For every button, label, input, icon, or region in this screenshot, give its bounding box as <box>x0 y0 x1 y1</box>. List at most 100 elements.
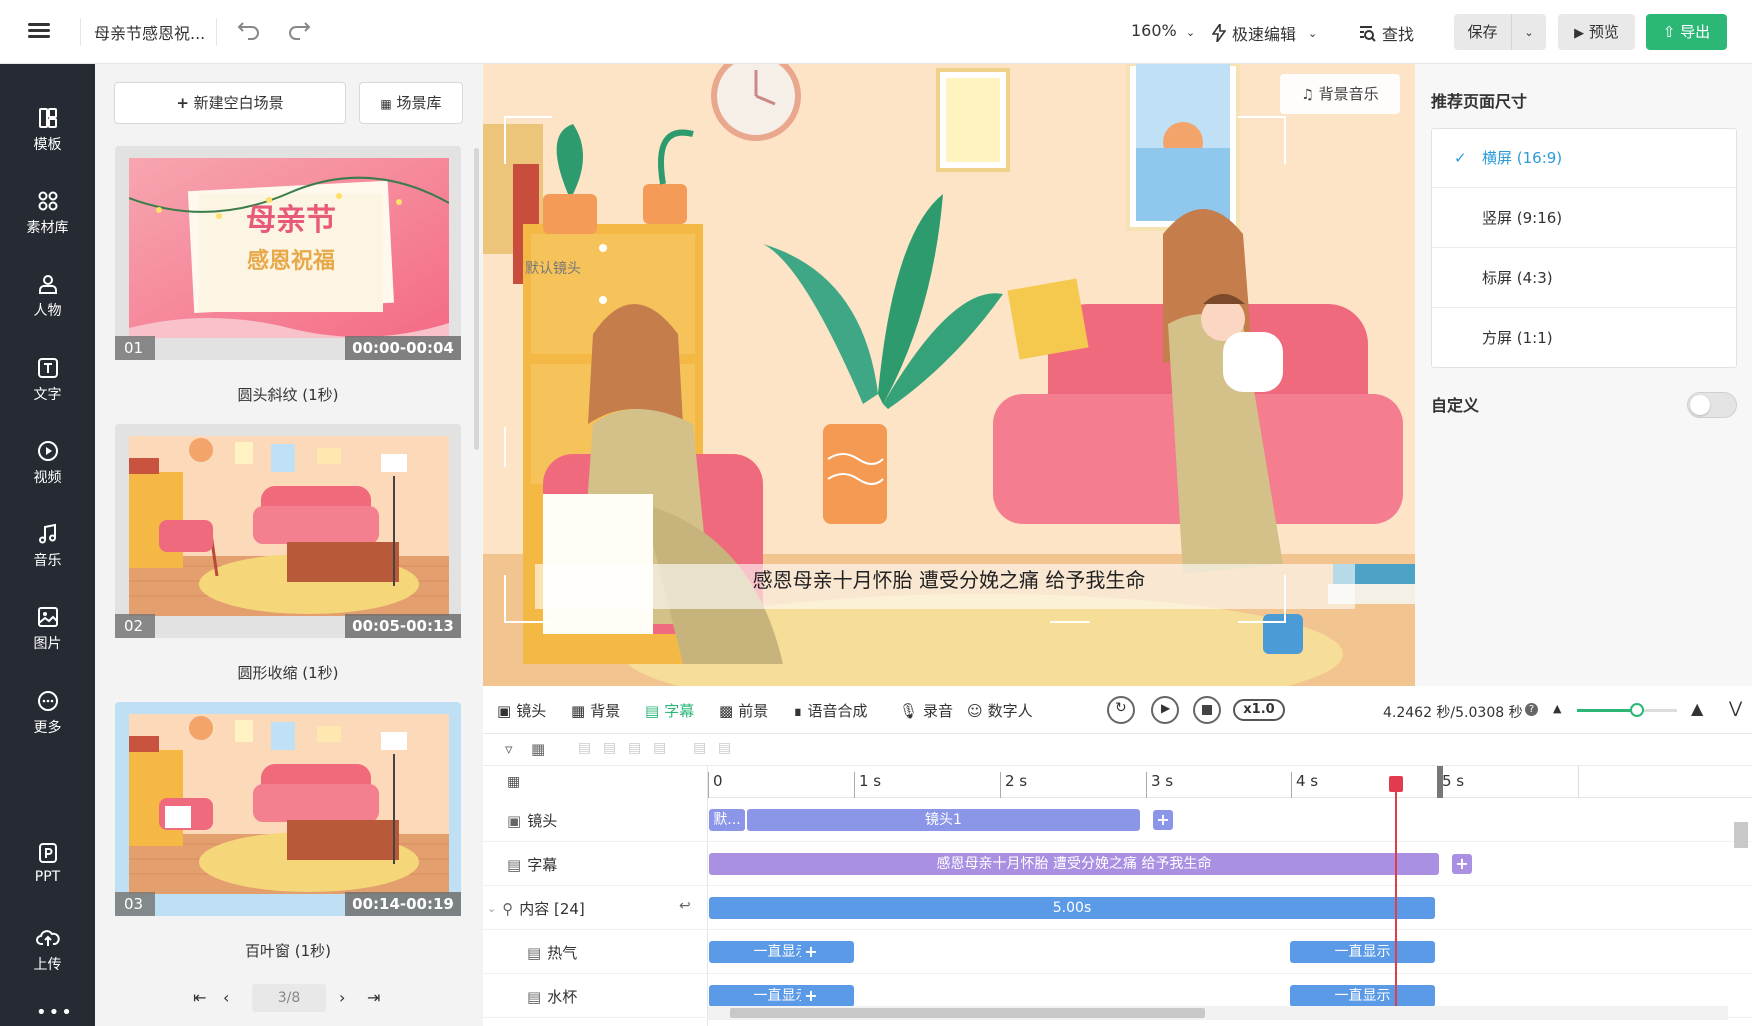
tab-label: 数字人 <box>987 702 1033 720</box>
size-option-9-16[interactable]: 竖屏 (9:16) <box>1432 189 1736 248</box>
size-option-1-1[interactable]: 方屏 (1:1) <box>1432 309 1736 368</box>
group-icon[interactable]: ▦ <box>531 740 545 758</box>
tracks-grid-icon[interactable]: ▦ <box>507 774 520 790</box>
custom-size-toggle[interactable] <box>1687 392 1737 418</box>
timeline-zoom-slider[interactable] <box>1577 703 1677 717</box>
slider-knob[interactable] <box>1630 703 1644 717</box>
timeline-vertical-scrollbar[interactable] <box>1734 810 1748 1000</box>
scene-panel-scrollbar[interactable] <box>474 148 479 450</box>
same-start-icon: ▤ <box>718 740 732 756</box>
tab-digital-human[interactable]: ☺ 数字人 <box>967 700 1033 721</box>
scene-card[interactable]: 02 00:05-00:13 <box>115 424 461 638</box>
save-options-button[interactable]: ⌄ <box>1512 14 1546 50</box>
scene-card-active[interactable]: 03 00:14-00:19 <box>115 702 461 916</box>
size-option-16-9[interactable]: ✓ 横屏 (16:9) <box>1432 129 1736 188</box>
menu-icon[interactable] <box>28 20 50 42</box>
nav-item-person[interactable]: 人物 <box>0 264 95 334</box>
scrollbar-thumb[interactable] <box>1734 822 1748 848</box>
playhead-handle[interactable] <box>1389 776 1403 792</box>
stop-button[interactable] <box>1193 696 1221 724</box>
background-music-button[interactable]: ♫ 背景音乐 <box>1280 74 1400 114</box>
camera-clip[interactable]: 镜头1 <box>747 809 1140 831</box>
zoom-dropdown[interactable]: 160% ⌄ <box>1131 21 1195 40</box>
align-right-icon: ▤ <box>628 740 642 756</box>
align-left-icon: ▤ <box>578 740 592 756</box>
scrollbar-thumb[interactable] <box>730 1008 1205 1018</box>
steam-clip[interactable]: 一直显示 <box>1290 941 1435 963</box>
cup-clip[interactable]: 一直显示 <box>709 985 854 1007</box>
find-label: 查找 <box>1382 25 1415 44</box>
size-option-label: 竖屏 (9:16) <box>1482 209 1563 227</box>
tab-record[interactable]: 🎙 录音 <box>899 700 953 721</box>
first-page-icon[interactable]: ⇤ <box>193 988 206 1007</box>
nav-item-template[interactable]: 模板 <box>0 98 95 168</box>
zoom-in-icon[interactable]: ▲ <box>1691 699 1703 718</box>
scene-number: 02 <box>115 614 155 638</box>
tab-camera[interactable]: ▣ 镜头 <box>497 700 546 721</box>
person-icon <box>38 275 57 294</box>
chevron-down-icon: ⌄ <box>1524 25 1534 39</box>
add-cup-button[interactable]: + <box>801 986 821 1006</box>
collapse-icon[interactable]: ⋁ <box>1729 698 1742 717</box>
playback-speed[interactable]: x1.0 <box>1233 699 1285 721</box>
chevron-down-icon[interactable]: ⌄ <box>487 902 496 915</box>
playhead[interactable] <box>1395 776 1397 1008</box>
new-blank-scene-button[interactable]: + 新建空白场景 <box>114 82 346 124</box>
replay-button[interactable]: ↻ <box>1107 696 1135 724</box>
speed-edit-dropdown[interactable]: 极速编辑 ⌄ <box>1212 21 1317 45</box>
nav-item-image[interactable]: 图片 <box>0 597 95 667</box>
save-button[interactable]: 保存 <box>1454 14 1512 50</box>
canvas-subtitle[interactable]: 感恩母亲十月怀胎 遭受分娩之痛 给予我生命 <box>483 564 1415 593</box>
timeline-horizontal-scrollbar[interactable] <box>708 1006 1728 1020</box>
steam-clip[interactable]: 一直显示 <box>709 941 854 963</box>
nav-item-more[interactable]: 更多 <box>0 681 95 751</box>
track-name-label: 镜头 <box>527 812 558 830</box>
tab-background[interactable]: ▦ 背景 <box>571 700 620 721</box>
nav-more-dots[interactable]: ••• <box>36 1002 74 1023</box>
nav-item-assets[interactable]: 素材库 <box>0 181 95 251</box>
time-ruler[interactable]: 0 1 s 2 s 3 s 4 s 5 s <box>708 766 1752 798</box>
nav-label: 人物 <box>33 303 62 319</box>
exit-group-icon[interactable]: ↩ <box>679 898 691 914</box>
nav-item-music[interactable]: 音乐 <box>0 514 95 584</box>
tab-subtitle[interactable]: ▤ 字幕 <box>645 700 694 721</box>
filter-icon[interactable]: ▿ <box>505 740 513 758</box>
last-page-icon[interactable]: ⇥ <box>367 988 380 1007</box>
play-button[interactable]: ▶ <box>1151 696 1179 724</box>
zoom-out-icon[interactable]: ▲ <box>1553 702 1561 715</box>
find-button[interactable]: 查找 <box>1358 21 1414 45</box>
subtitle-clip[interactable]: 感恩母亲十月怀胎 遭受分娩之痛 给予我生命 <box>709 853 1439 875</box>
add-subtitle-button[interactable]: + <box>1452 854 1472 874</box>
nav-item-upload[interactable]: 上传 <box>0 918 95 988</box>
track-subtitle: ▤ 字幕 感恩母亲十月怀胎 遭受分娩之痛 给予我生命 + <box>483 842 1752 886</box>
add-steam-button[interactable]: + <box>801 942 821 962</box>
tab-label: 语音合成 <box>807 702 868 720</box>
size-option-4-3[interactable]: 标屏 (4:3) <box>1432 249 1736 308</box>
undo-icon[interactable] <box>236 19 262 45</box>
content-clip[interactable]: 5.00s <box>709 897 1435 919</box>
export-button[interactable]: ⇧ 导出 <box>1646 14 1727 50</box>
tab-foreground[interactable]: ▩ 前景 <box>719 700 768 721</box>
nav-item-video[interactable]: 视频 <box>0 431 95 501</box>
camera-clip[interactable]: 默... <box>709 809 745 831</box>
tab-tts[interactable]: ∎ 语音合成 <box>793 700 868 721</box>
page-size-panel: 推荐页面尺寸 ✓ 横屏 (16:9) 竖屏 (9:16) 标屏 (4:3) 方屏… <box>1415 64 1752 686</box>
nav-item-ppt[interactable]: PPT <box>0 833 95 903</box>
scene-canvas[interactable]: ♫ 背景音乐 默认镜头 感恩母亲十月怀胎 遭受分娩之痛 给予我生命 <box>483 64 1415 686</box>
track-steam: ▤ 热气 一直显示 + 一直显示 <box>483 930 1752 974</box>
nav-item-text[interactable]: 文字 <box>0 348 95 418</box>
digital-human-icon: ☺ <box>967 701 983 720</box>
next-page-icon[interactable]: › <box>339 988 345 1007</box>
prev-page-icon[interactable]: ‹ <box>223 988 229 1007</box>
add-camera-button[interactable]: + <box>1153 810 1173 830</box>
page-indicator[interactable]: 3/8 <box>252 984 326 1012</box>
scene-card[interactable]: 母亲节 感恩祝福 01 00:00-00:04 <box>115 146 461 360</box>
find-icon <box>1360 26 1376 42</box>
document-title[interactable]: 母亲节感恩祝... <box>94 20 205 44</box>
preview-button[interactable]: ▶ 预览 <box>1558 14 1635 50</box>
export-label: 导出 <box>1680 23 1711 41</box>
redo-icon[interactable] <box>286 19 312 45</box>
help-icon[interactable]: ? <box>1525 703 1538 716</box>
cup-clip[interactable]: 一直显示 <box>1290 985 1435 1007</box>
scene-library-button[interactable]: ▦ 场景库 <box>359 82 463 124</box>
